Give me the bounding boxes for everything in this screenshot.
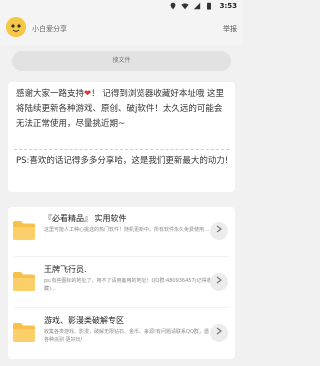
search-box[interactable]: 搜文件: [12, 51, 231, 71]
item-description: 这里可能人工种心挑选的热门软件！随机更新中，所有软件永久免费使用…: [44, 227, 210, 233]
chevron-right-icon: [216, 225, 222, 233]
status-time: 3:53: [219, 2, 237, 10]
row-divider: [14, 307, 229, 308]
status-icons: [169, 2, 213, 10]
search-placeholder: 搜文件: [112, 57, 131, 64]
list-item[interactable]: 王牌飞行员. ps:有些图标的地址了，用不了请用备用的地址！QQ群:480936…: [8, 258, 235, 308]
notice-card: 感谢大家一路支持❤！ 记得到浏览器收藏好本址哦 这里将陆续更新各种游戏、原创、破…: [8, 82, 235, 192]
signal-icon: [193, 2, 201, 10]
app-header: 小白爱分享 举报: [0, 14, 243, 45]
row-divider: [14, 256, 229, 257]
app-title: 小白爱分享: [32, 25, 67, 33]
item-title: 『必看精品』 实用软件: [44, 214, 127, 223]
open-button[interactable]: [210, 222, 228, 240]
folder-icon: [13, 323, 35, 342]
list-item[interactable]: 『必看精品』 实用软件 这里可能人工种心挑选的热门软件！随机更新中，所有软件永久…: [8, 207, 235, 257]
list-item[interactable]: 游戏、影漫类破解专区 收集各类游戏、影漫，破解无限钻石、金币、来源!有问题请联系…: [8, 309, 235, 359]
chevron-right-icon: [216, 327, 222, 335]
notice-ps: PS:喜欢的话记得多多分享哈，这是我们更新最大的动力!: [16, 156, 229, 166]
open-button[interactable]: [210, 273, 228, 291]
app-logo: [6, 17, 26, 37]
folder-list: 『必看精品』 实用软件 这里可能人工种心挑选的热门软件！随机更新中，所有软件永久…: [8, 207, 235, 359]
item-title: 游戏、影漫类破解专区: [44, 316, 124, 325]
open-button[interactable]: [210, 324, 228, 342]
mascot-icon: [6, 17, 26, 37]
battery-icon: [207, 2, 211, 10]
item-title: 王牌飞行员.: [44, 265, 87, 274]
report-link[interactable]: 举报: [223, 24, 237, 34]
folder-icon: [13, 272, 35, 291]
notice-divider: [14, 149, 229, 150]
notice-text: 感谢大家一路支持❤！ 记得到浏览器收藏好本址哦 这里将陆续更新各种游戏、原创、破…: [16, 87, 227, 132]
folder-icon: [13, 221, 35, 240]
location-icon: [170, 2, 176, 10]
item-description: 收集各类游戏、影漫，破解无限钻石、金币、来源!有问题请联系QQ群，遇各种派别 更…: [44, 329, 209, 343]
status-bar: 3:53: [0, 0, 243, 14]
notice-text-start: 感谢大家一路支持: [16, 89, 85, 99]
item-description: ps:有些图标的地址了，用不了请用备用的地址！QQ群:480936457(记得收…: [44, 278, 212, 292]
wifi-icon: [181, 3, 189, 10]
chevron-right-icon: [216, 276, 222, 284]
